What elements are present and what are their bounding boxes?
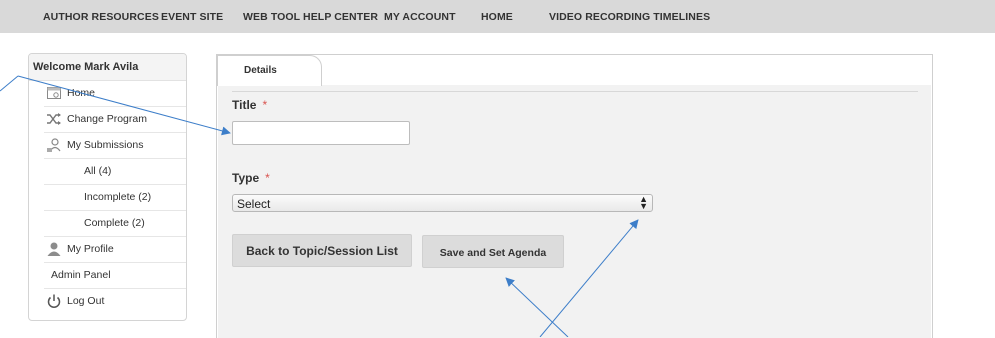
submissions-icon — [47, 138, 61, 152]
nav-web-tool-help-center[interactable]: WEB TOOL HELP CENTER — [243, 11, 378, 23]
sidebar-item-label: All (4) — [84, 165, 112, 177]
required-marker: * — [265, 171, 270, 185]
power-icon — [47, 294, 61, 308]
title-label-text: Title — [232, 98, 257, 112]
type-label: Type * — [232, 171, 270, 185]
back-button-label: Back to Topic/Session List — [246, 244, 398, 258]
sidebar-header: Welcome Mark Avila — [29, 54, 186, 81]
top-nav-bar: AUTHOR RESOURCES EVENT SITE WEB TOOL HEL… — [0, 0, 995, 33]
sidebar-item-label: Incomplete (2) — [84, 191, 152, 203]
type-select-value: Select — [237, 197, 271, 211]
nav-home[interactable]: HOME — [481, 11, 513, 23]
title-input[interactable] — [232, 121, 410, 145]
section-divider — [232, 91, 918, 92]
nav-author-resources[interactable]: AUTHOR RESOURCES — [43, 11, 159, 23]
sidebar-item-label: Change Program — [67, 113, 147, 125]
sidebar-item-label: Admin Panel — [51, 269, 111, 281]
sidebar-item-home[interactable]: Home — [44, 80, 186, 107]
nav-event-site[interactable]: EVENT SITE — [161, 11, 223, 23]
user-icon — [47, 242, 61, 256]
tab-label: Details — [244, 65, 277, 76]
sidebar-item-label: Complete (2) — [84, 217, 145, 229]
select-arrows-icon: ▲ ▼ — [639, 194, 648, 211]
sidebar-item-label: My Profile — [67, 243, 114, 255]
save-and-set-agenda-button[interactable]: Save and Set Agenda — [422, 235, 564, 268]
back-to-list-button[interactable]: Back to Topic/Session List — [232, 234, 412, 267]
nav-video-recording-timelines[interactable]: VIDEO RECORDING TIMELINES — [549, 11, 710, 23]
sidebar-item-log-out[interactable]: Log Out — [44, 288, 186, 314]
arrow-segment — [0, 75, 19, 92]
sidebar-item-label: Log Out — [67, 295, 105, 307]
sidebar-item-label: Home — [67, 87, 96, 99]
sidebar-item-admin-panel[interactable]: Admin Panel — [44, 262, 186, 289]
type-select[interactable]: Select ▲ ▼ — [232, 194, 653, 212]
shuffle-icon — [47, 113, 61, 125]
sidebar-subitem-all[interactable]: All (4) — [44, 158, 186, 185]
home-icon — [47, 87, 61, 99]
type-label-text: Type — [232, 171, 260, 185]
sidebar-item-my-submissions[interactable]: My Submissions — [44, 132, 186, 159]
nav-my-account[interactable]: MY ACCOUNT — [384, 11, 456, 23]
sidebar-item-label: My Submissions — [67, 139, 144, 151]
save-button-label: Save and Set Agenda — [439, 247, 547, 259]
sidebar-item-change-program[interactable]: Change Program — [44, 106, 186, 133]
sidebar-subitem-complete[interactable]: Complete (2) — [44, 210, 186, 237]
welcome-text: Welcome Mark Avila — [33, 61, 139, 73]
sidebar-item-my-profile[interactable]: My Profile — [44, 236, 186, 263]
title-label: Title * — [232, 98, 267, 112]
sidebar: Welcome Mark Avila Home Change Program M… — [28, 53, 187, 321]
required-marker: * — [262, 98, 268, 112]
tab-details[interactable]: Details — [217, 55, 322, 86]
sidebar-subitem-incomplete[interactable]: Incomplete (2) — [44, 184, 186, 211]
